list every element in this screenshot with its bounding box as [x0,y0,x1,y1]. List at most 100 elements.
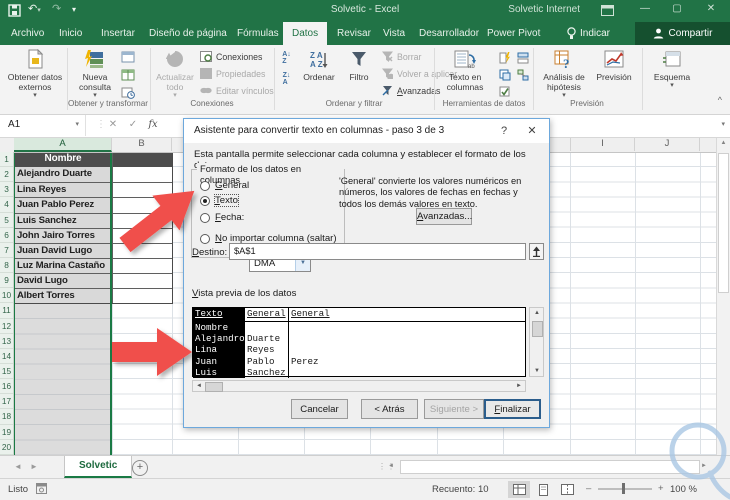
preview-scroll-up-icon[interactable]: ▲ [534,310,540,316]
column-header-I[interactable]: I [570,137,635,151]
insert-function-icon[interactable]: fx [144,114,162,136]
preview-scroll-down-icon[interactable]: ▼ [534,368,540,374]
preview-col-type-texto[interactable]: Texto [193,308,245,321]
row-header-13[interactable]: 13 [0,334,13,349]
vertical-scrollbar[interactable]: ▲ ▼ [716,137,730,470]
cell-B6[interactable] [112,228,172,243]
preview-vscroll-thumb[interactable] [532,321,543,337]
what-if-analysis-button[interactable]: ? Análisis de hipótesis ▾ [537,47,591,101]
sort-button[interactable]: Z AA Z Ordenar [298,47,340,83]
page-layout-view-icon[interactable] [532,481,554,498]
tab-archivo[interactable]: Archivo [2,22,53,45]
cell-A2[interactable]: Alejandro Duarte [14,167,112,183]
row-header-12[interactable]: 12 [0,319,13,334]
cell-A3[interactable]: Lina Reyes [14,183,112,198]
row-header-4[interactable]: 4 [0,197,13,213]
tab-formulas[interactable]: Fórmulas [228,22,288,45]
row-header-15[interactable]: 15 [0,364,13,380]
cell-B10[interactable] [112,289,172,304]
horizontal-scrollbar[interactable]: ⋮⋮ ◄ ► [378,460,714,474]
dialog-close-button[interactable]: ✕ [517,119,547,143]
sheet-nav-left-icon[interactable]: ◄ [14,462,22,471]
minimize-button[interactable]: — [634,3,656,14]
preview-scroll-left-icon[interactable]: ◄ [196,383,202,389]
tab-revisar[interactable]: Revisar [328,22,380,45]
row-header-19[interactable]: 19 [0,425,13,440]
cell-A5[interactable]: Luis Sanchez [14,213,112,228]
cell-A4[interactable]: Juan Pablo Perez [14,198,112,213]
remove-duplicates-icon[interactable] [496,67,513,82]
cell-B1[interactable] [112,152,172,168]
radio-circle[interactable] [200,233,210,244]
zoom-percentage[interactable]: 100 % [670,484,697,495]
preview-vertical-scrollbar[interactable]: ▲ ▼ [529,307,544,377]
show-queries-icon[interactable] [119,49,136,64]
outline-button[interactable]: Esquema ▾ [650,47,694,90]
zoom-slider-track[interactable] [598,488,652,490]
advanced-filter-button[interactable]: Avanzadas [382,85,440,96]
data-validation-icon[interactable] [496,84,513,99]
preview-horizontal-scrollbar[interactable]: ◄ ► [192,380,526,392]
cancel-button[interactable]: Cancelar [291,399,348,419]
new-sheet-button[interactable]: + [132,460,148,476]
get-external-data-button[interactable]: Obtener datos externos ▾ [6,47,64,101]
advanced-button[interactable]: Avanzadas... [416,208,472,225]
row-header-18[interactable]: 18 [0,409,13,425]
relationships-icon[interactable] [514,67,531,82]
hscroll-right-icon[interactable]: ► [701,463,707,469]
dialog-help-button[interactable]: ? [489,119,519,143]
preview-hscroll-thumb[interactable] [205,382,223,392]
sheet-tab-solvetic[interactable]: Solvetic [64,456,133,478]
row-header-7[interactable]: 7 [0,243,13,258]
scroll-up-icon[interactable]: ▲ [717,140,730,146]
sort-za-icon[interactable]: Z↓ A [278,71,295,86]
text-to-columns-button[interactable]: ab Texto en columnas [438,47,492,92]
cell-A1[interactable]: Nombre [14,152,112,168]
normal-view-icon[interactable] [508,481,530,498]
column-header-J[interactable]: J [635,137,700,151]
recent-sources-icon[interactable] [119,85,136,100]
cell-A6[interactable]: John Jairo Torres [14,228,112,243]
row-header-2[interactable]: 2 [0,167,13,183]
row-header-6[interactable]: 6 [0,228,13,243]
connections-button[interactable]: Conexiones [200,51,262,62]
tab-desarrollador[interactable]: Desarrollador [410,22,488,45]
radio-circle-selected[interactable] [200,195,210,206]
collapse-dialog-icon[interactable] [529,243,544,260]
data-preview-table[interactable]: Texto General General Nombre Alejandro Dua… [192,307,526,378]
forecast-sheet-button[interactable]: Previsión [593,47,635,82]
cell-B8[interactable] [112,258,172,274]
zoom-out-button[interactable]: – [586,483,591,494]
destination-input[interactable]: $A$1 [229,243,526,260]
row-header-17[interactable]: 17 [0,394,13,410]
row-header-1[interactable]: 1 [0,152,13,168]
finish-button[interactable]: Finalizar [484,399,541,419]
row-header-20[interactable]: 20 [0,440,13,455]
expand-formula-bar-icon[interactable]: ▾ [721,114,725,136]
row-header-5[interactable]: 5 [0,213,13,228]
from-table-icon[interactable] [119,67,136,82]
row-header-9[interactable]: 9 [0,273,13,289]
column-header-A[interactable]: A [14,137,112,152]
hscroll-track[interactable] [400,460,700,474]
sheet-nav-right-icon[interactable]: ► [30,462,38,471]
maximize-button[interactable]: ▢ [666,3,688,14]
tab-inicio[interactable]: Inicio [50,22,91,45]
preview-scroll-right-icon[interactable]: ► [516,383,522,389]
cell-B4[interactable] [112,198,172,213]
tab-insertar[interactable]: Insertar [92,22,144,45]
column-header-B[interactable]: B [112,137,172,151]
hscroll-left-icon[interactable]: ◄ [388,463,394,469]
filter-button[interactable]: Filtro [342,47,376,82]
back-button[interactable]: < Atrás [361,399,418,419]
cell-B3[interactable] [112,183,172,198]
macro-record-icon[interactable] [36,483,47,494]
tab-datos[interactable]: Datos [283,22,328,45]
tab-diseno[interactable]: Diseño de página [140,22,236,45]
row-header-14[interactable]: 14 [0,349,13,364]
flash-fill-icon[interactable] [496,50,513,65]
column-header-partial[interactable] [700,137,716,151]
tab-vista[interactable]: Vista [374,22,414,45]
close-button[interactable]: ✕ [700,3,722,14]
page-break-view-icon[interactable] [556,481,578,498]
